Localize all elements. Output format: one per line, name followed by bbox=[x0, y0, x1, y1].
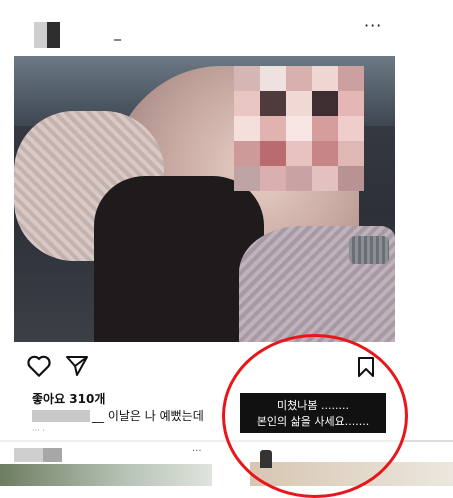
next-post-photo[interactable] bbox=[0, 464, 212, 486]
more-icon[interactable]: ··· bbox=[364, 16, 382, 35]
heart-icon[interactable] bbox=[26, 354, 52, 378]
overlay-line-2: 본인의 삶을 사세요....... bbox=[256, 415, 370, 428]
share-icon[interactable] bbox=[65, 354, 89, 378]
author-username[interactable]: _ bbox=[114, 25, 121, 41]
post-photo[interactable] bbox=[14, 56, 395, 342]
overlay-banner: 미쳤나봄 ........ 본인의 삶을 사세요....... bbox=[240, 393, 386, 433]
pixelated-face bbox=[234, 66, 364, 191]
caption-text: __ 이날은 나 예뻤는데 bbox=[92, 409, 204, 423]
overlay-line-1: 미쳤나봄 ........ bbox=[277, 399, 349, 412]
author-avatar[interactable] bbox=[34, 22, 60, 48]
likes-count[interactable]: 좋아요 310개 bbox=[32, 390, 105, 407]
post-header: _ ··· bbox=[0, 0, 453, 56]
next-more-icon[interactable]: ··· bbox=[192, 446, 202, 457]
next-post-header[interactable] bbox=[14, 448, 62, 462]
caption-username[interactable] bbox=[32, 410, 90, 422]
side-divider bbox=[404, 440, 453, 442]
post-meta: ··· · bbox=[32, 426, 45, 435]
wristwatch bbox=[349, 236, 389, 264]
